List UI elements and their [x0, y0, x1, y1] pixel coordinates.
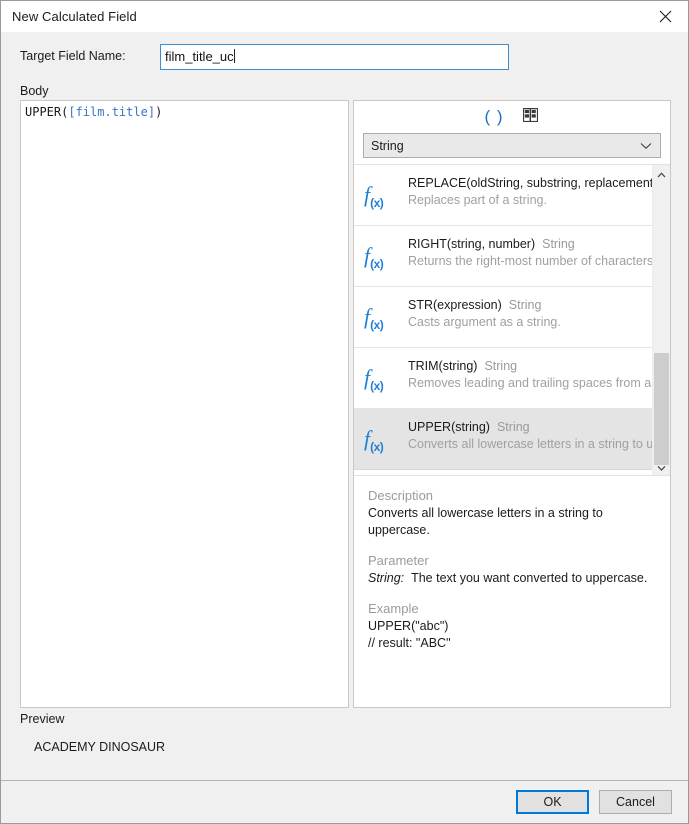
parameter-block: Parameter String: The text you want conv…	[368, 553, 656, 587]
chevron-down-icon	[640, 139, 652, 153]
function-signature: REPLACE(oldString, substring, replacemen…	[408, 176, 652, 190]
function-description: Removes leading and trailing spaces from…	[408, 376, 652, 390]
code-closing-paren: )	[155, 105, 163, 119]
function-category-select-wrapper: String	[354, 131, 670, 164]
function-list-item[interactable]: f(x) REPLACE(oldString, substring, replac…	[354, 165, 652, 226]
function-signature-text: UPPER(string)	[408, 420, 490, 434]
function-list[interactable]: f(x) REPLACE(oldString, substring, replac…	[354, 165, 652, 475]
function-category-value: String	[371, 138, 404, 153]
function-return-type: String	[542, 237, 575, 251]
function-description: Converts all lowercase letters in a stri…	[408, 437, 652, 451]
ok-button[interactable]: OK	[516, 790, 589, 814]
function-detail-pane: Description Converts all lowercase lette…	[354, 475, 670, 707]
function-signature-text: REPLACE(oldString, substring, replacemen…	[408, 176, 652, 190]
function-return-type: String	[496, 420, 530, 434]
body-label: Body	[20, 84, 49, 98]
function-description: Replaces part of a string.	[408, 193, 547, 207]
function-list-item[interactable]: f(x) UPPER(string) String Converts all lowe…	[354, 409, 652, 470]
example-heading: Example	[368, 601, 419, 616]
scrollbar-thumb[interactable]	[654, 353, 669, 465]
example-line-2: // result: "ABC"	[368, 636, 451, 650]
function-return-type: String	[484, 359, 518, 373]
dialog-content: Target Field Name: film_title_uc Body UP…	[1, 32, 688, 780]
function-text: RIGHT(string, number) String Returns the r…	[408, 235, 652, 268]
body-code-editor[interactable]: UPPER([film.title])	[20, 100, 349, 708]
function-signature-text: RIGHT(string, number)	[408, 237, 536, 251]
window-title: New Calculated Field	[12, 9, 137, 24]
function-signature: TRIM(string) String	[408, 359, 646, 373]
function-signature-text: TRIM(string)	[408, 359, 478, 373]
chevron-up-icon	[657, 167, 666, 181]
function-fx-icon: f(x)	[364, 182, 384, 210]
preview-label: Preview	[20, 712, 65, 726]
example-line-1: UPPER("abc")	[368, 619, 449, 633]
functions-tab-button[interactable]: ( )	[483, 106, 505, 126]
function-signature: RIGHT(string, number) String	[408, 237, 646, 251]
function-text: TRIM(string) String Removes leading and tr…	[408, 357, 652, 390]
function-browser-panel: ( ) String f(x) REPLACE(oldString, subst…	[353, 100, 671, 708]
description-text: Converts all lowercase letters in a stri…	[368, 506, 603, 537]
function-list-item[interactable]: f(x) RIGHT(string, number) String Returns t…	[354, 226, 652, 287]
preview-value: ACADEMY DINOSAUR	[34, 740, 166, 754]
cancel-button[interactable]: Cancel	[599, 790, 672, 814]
function-list-item[interactable]: f(x) STR(expression) String Casts argument …	[354, 287, 652, 348]
close-button[interactable]	[642, 1, 688, 32]
function-browser-toolbar: ( )	[354, 101, 670, 131]
new-calculated-field-dialog: New Calculated Field Target Field Name: …	[0, 0, 689, 824]
target-field-label: Target Field Name:	[20, 49, 126, 63]
function-description: Returns the right-most number of charact…	[408, 254, 652, 268]
parameter-text: The text you want converted to uppercase…	[411, 571, 648, 585]
chevron-down-icon	[657, 460, 666, 474]
description-heading: Description	[368, 488, 434, 503]
target-field-input[interactable]: film_title_uc	[160, 44, 509, 70]
dialog-footer: OK Cancel	[1, 780, 688, 823]
description-block: Description Converts all lowercase lette…	[368, 488, 656, 539]
scroll-up-button[interactable]	[653, 165, 670, 182]
example-block: Example UPPER("abc") // result: "ABC"	[368, 601, 656, 652]
function-text: UPPER(string) String Converts all lowercas…	[408, 418, 652, 451]
code-field-reference: [film.title]	[68, 105, 156, 119]
parentheses-icon: ( )	[484, 106, 504, 126]
function-list-wrapper: f(x) REPLACE(oldString, substring, replac…	[354, 164, 670, 475]
function-list-scrollbar[interactable]	[652, 165, 670, 475]
parameter-row: String: The text you want converted to u…	[368, 570, 656, 587]
function-signature: STR(expression) String	[408, 298, 646, 312]
parameter-name: String:	[368, 571, 405, 585]
function-fx-icon: f(x)	[364, 365, 384, 393]
function-signature-text: STR(expression)	[408, 298, 502, 312]
fields-grid-icon	[522, 107, 538, 125]
title-bar: New Calculated Field	[1, 1, 688, 32]
function-return-type: String	[508, 298, 542, 312]
text-caret	[233, 49, 235, 63]
function-description: Casts argument as a string.	[408, 315, 561, 329]
function-text: STR(expression) String Casts argument as a…	[408, 296, 646, 329]
function-category-select[interactable]: String	[363, 133, 661, 158]
body-code-line: UPPER([film.title])	[25, 104, 344, 120]
function-text: REPLACE(oldString, substring, replacemen…	[408, 174, 652, 207]
target-field-value: film_title_uc	[165, 49, 234, 64]
fields-tab-button[interactable]	[519, 106, 541, 126]
scroll-down-button[interactable]	[653, 458, 670, 475]
close-icon	[659, 10, 672, 23]
code-function-name: UPPER(	[25, 105, 69, 119]
function-signature: UPPER(string) String	[408, 420, 646, 434]
function-fx-icon: f(x)	[364, 304, 384, 332]
parameter-heading: Parameter	[368, 553, 429, 568]
function-fx-icon: f(x)	[364, 426, 384, 454]
function-list-item[interactable]: f(x) TRIM(string) String Removes leading an…	[354, 348, 652, 409]
function-fx-icon: f(x)	[364, 243, 384, 271]
